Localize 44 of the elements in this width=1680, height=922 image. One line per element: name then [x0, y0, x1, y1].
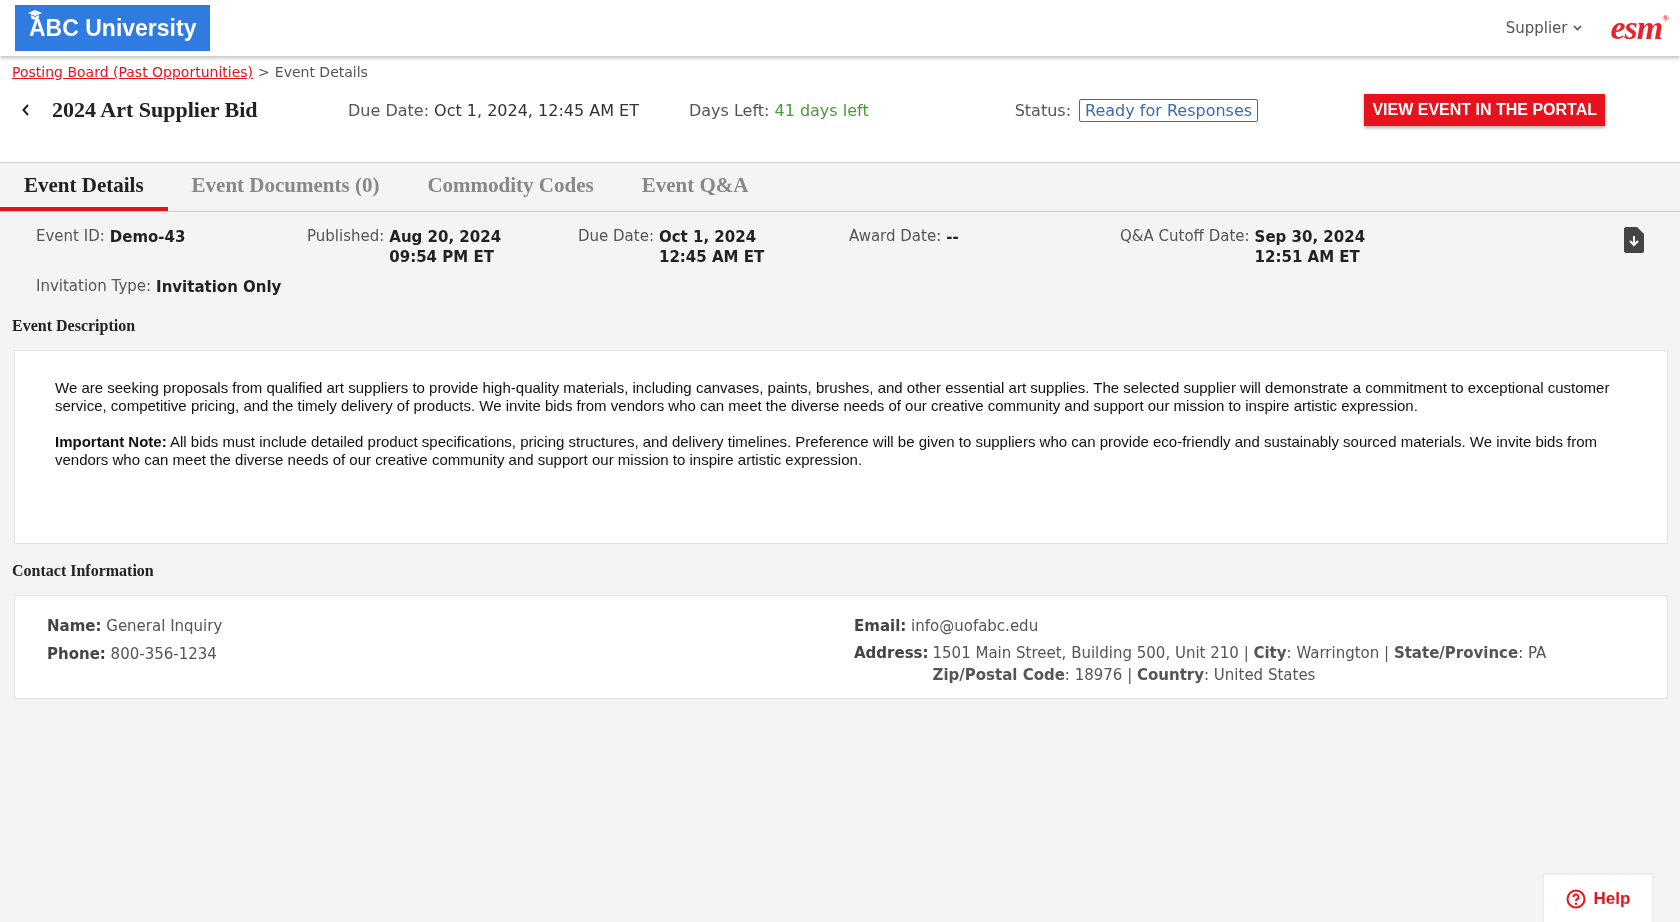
section-heading: Event Description	[12, 317, 137, 335]
field-value: Oct 1, 2024 12:45 AM ET	[658, 227, 765, 267]
event-title: 2024 Art Supplier Bid	[52, 97, 259, 123]
breadcrumb-current: Event Details	[274, 64, 368, 80]
days-left-label: Days Left:	[688, 100, 770, 120]
description-paragraph: We are seeking proposals from qualified art suppliers to provide high-quality materials, including canvases, paints, brushes, and other essential art supplies. The selected supplier will demonstrate a commitment to exceptional customer service, competitive pricing, and the timely delivery of products. We invite bids from vendors who can meet the diverse needs of our creative community and support our mission to inspire artistic expression.	[55, 379, 1611, 415]
help-button[interactable]: Help	[1542, 873, 1654, 922]
days-left-value: 41 days left	[774, 100, 869, 120]
field-label: Invitation Type:	[36, 277, 152, 297]
contact-label: Phone:	[47, 645, 106, 663]
status-badge: Ready for Responses	[1079, 98, 1259, 122]
breadcrumb-separator: >	[258, 64, 270, 80]
field-value: Aug 20, 2024 09:54 PM ET	[389, 227, 502, 267]
field-value: --	[946, 227, 959, 248]
contact-value: info@uofabc.edu	[911, 617, 1039, 635]
university-logo[interactable]: ABC University	[15, 5, 211, 51]
contact-value: 800-356-1234	[110, 645, 217, 663]
contact-value: General Inquiry	[106, 617, 223, 635]
description-paragraph: Important Note: All bids must include detailed product specifications, pricing structures, and delivery timelines. Preference will be given to suppliers who can provide eco-friendly and sustainably sourced materials. We invite bids from vendors who can meet the diverse needs of our creative community and support our mission to inspire artistic expression.	[55, 433, 1599, 469]
tab[interactable]: Commodity Codes	[403, 163, 618, 211]
field-label: Published:	[307, 227, 385, 247]
user-menu[interactable]: Supplier	[1499, 18, 1589, 38]
field-value: Invitation Only	[156, 277, 282, 297]
field-label: Q&A Cutoff Date:	[1120, 227, 1250, 247]
tab[interactable]: Event Q&A	[617, 163, 773, 211]
status-label: Status:	[1014, 100, 1072, 120]
address-line: 1501 Main Street, Building 500, Unit 210 | City: Warrington | State/Province: PA	[932, 644, 1547, 662]
breadcrumb-link[interactable]: Posting Board (Past Opportunities)	[12, 64, 254, 80]
section-heading: Contact Information	[12, 562, 155, 580]
contact-label: Email:	[854, 617, 907, 635]
view-event-button[interactable]: VIEW EVENT IN THE PORTAL	[1364, 94, 1605, 126]
contact-label: Name:	[47, 617, 102, 635]
address-line: Zip/Postal Code: 18976 | Country: United States	[932, 666, 1317, 684]
field-label: Due Date:	[578, 227, 654, 247]
field-label: Award Date:	[849, 227, 942, 247]
tab[interactable]: Event Details	[0, 163, 168, 211]
tab[interactable]: Event Documents (0)	[167, 163, 404, 211]
contact-label: Address:	[854, 644, 929, 664]
field-value: Demo-43	[109, 227, 186, 248]
due-date-label: Due Date:	[348, 100, 430, 120]
field-label: Event ID:	[36, 227, 105, 247]
brand-logo: esm®	[1610, 9, 1668, 47]
due-date-value: Oct 1, 2024, 12:45 AM ET	[434, 100, 639, 120]
field-value: Sep 30, 2024 12:51 AM ET	[1254, 227, 1366, 267]
